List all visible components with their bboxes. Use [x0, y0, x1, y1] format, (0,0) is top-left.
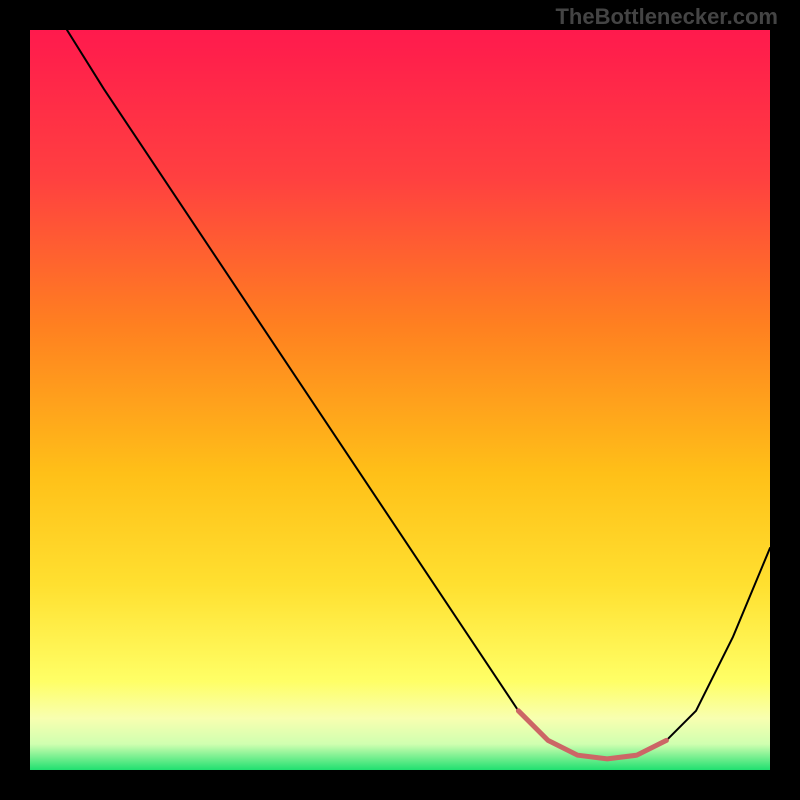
chart-svg	[30, 30, 770, 770]
plot-area	[30, 30, 770, 770]
chart-container	[30, 30, 770, 770]
watermark: TheBottlenecker.com	[555, 4, 778, 30]
gradient-background	[30, 30, 770, 770]
